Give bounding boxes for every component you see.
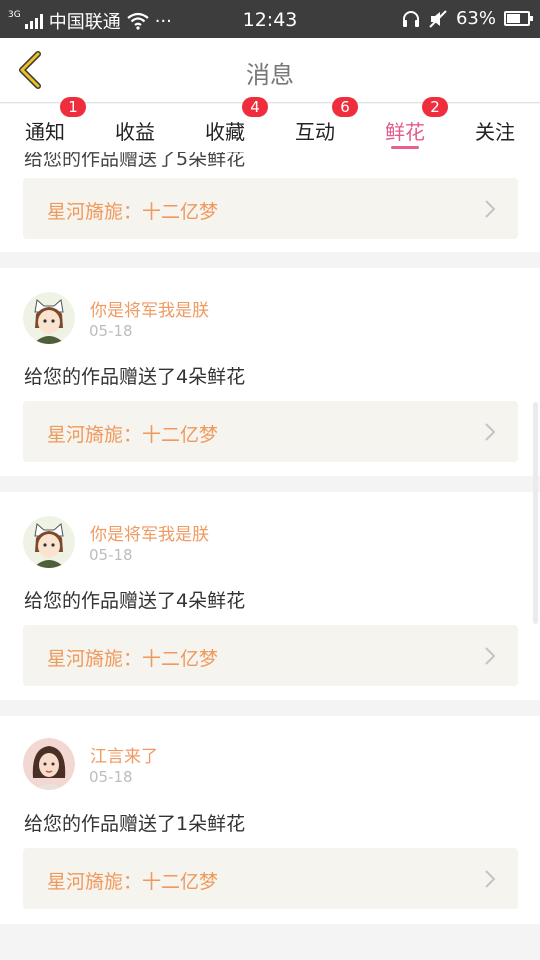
user-avatar[interactable] (23, 516, 75, 568)
tab-label: 收藏 (205, 120, 245, 144)
work-title: 星河旖旎：十二亿梦 (47, 201, 219, 223)
username[interactable]: 江言来了 (90, 742, 158, 767)
tab-notice[interactable]: 通知 1 (0, 97, 90, 152)
work-title: 星河旖旎：十二亿梦 (47, 424, 219, 446)
username[interactable]: 你是将军我是朕 (90, 520, 209, 545)
tab-interaction[interactable]: 互动 6 (270, 97, 360, 152)
cat-girl-avatar-icon (23, 516, 75, 568)
user-avatar[interactable] (23, 292, 75, 344)
message-date: 05-18 (89, 322, 133, 340)
message-text: 给您的作品赠送了1朵鲜花 (24, 813, 246, 835)
work-link[interactable]: 星河旖旎：十二亿梦 (23, 401, 518, 462)
cat-girl-avatar-icon (23, 292, 75, 344)
battery-level-fill (507, 14, 520, 23)
work-title: 星河旖旎：十二亿梦 (47, 871, 219, 893)
message-list[interactable]: 给您的作品赠送了5朵鲜花 星河旖旎：十二亿梦 你是将军我是朕 05-18 给您的… (0, 152, 540, 960)
tab-earnings[interactable]: 收益 (90, 104, 180, 152)
chevron-right-icon (485, 647, 496, 665)
tab-label: 通知 (25, 120, 65, 144)
message-date: 05-18 (89, 768, 133, 786)
scrollbar[interactable] (533, 402, 538, 624)
message-card: 你是将军我是朕 05-18 给您的作品赠送了4朵鲜花 星河旖旎：十二亿梦 (0, 268, 540, 476)
tab-badge: 4 (242, 97, 268, 117)
message-text: 给您的作品赠送了4朵鲜花 (24, 590, 246, 612)
headset-icon (402, 10, 419, 27)
work-title: 星河旖旎：十二亿梦 (47, 648, 219, 670)
message-card: 给您的作品赠送了5朵鲜花 星河旖旎：十二亿梦 (0, 152, 540, 252)
tab-label: 收益 (115, 120, 155, 144)
chevron-right-icon (485, 423, 496, 441)
tab-badge: 2 (422, 97, 448, 117)
tab-favorites[interactable]: 收藏 4 (180, 97, 270, 152)
status-bar: 3G 中国联通 ··· 12:43 63% (0, 0, 540, 38)
chevron-right-icon (485, 200, 496, 218)
tab-follow[interactable]: 关注 (450, 104, 540, 152)
header-bar: 消息 (0, 38, 540, 103)
woman-portrait-avatar-icon (23, 738, 75, 790)
message-card: 你是将军我是朕 05-18 给您的作品赠送了4朵鲜花 星河旖旎：十二亿梦 (0, 492, 540, 700)
tab-label: 互动 (295, 120, 335, 144)
username[interactable]: 你是将军我是朕 (90, 296, 209, 321)
message-card: 江言来了 05-18 给您的作品赠送了1朵鲜花 星河旖旎：十二亿梦 (0, 716, 540, 924)
tab-badge: 1 (60, 97, 86, 117)
active-tab-indicator (391, 146, 419, 149)
battery-percent: 63% (455, 8, 496, 29)
page-title: 消息 (246, 61, 294, 89)
back-button[interactable] (8, 46, 52, 94)
chevron-right-icon (485, 870, 496, 888)
message-text: 给您的作品赠送了4朵鲜花 (24, 366, 246, 388)
tab-label: 鲜花 (385, 120, 425, 144)
message-text: 给您的作品赠送了5朵鲜花 (24, 152, 246, 170)
user-avatar[interactable] (23, 738, 75, 790)
tab-badge: 6 (332, 97, 358, 117)
message-date: 05-18 (89, 546, 133, 564)
work-link[interactable]: 星河旖旎：十二亿梦 (23, 848, 518, 909)
mute-icon (429, 9, 447, 28)
chevron-left-icon (19, 51, 41, 89)
battery-icon (504, 11, 533, 26)
tab-flowers[interactable]: 鲜花 2 (360, 97, 450, 152)
tab-bar: 通知 1 收益 收藏 4 互动 6 鲜花 2 关注 (0, 97, 540, 152)
work-link[interactable]: 星河旖旎：十二亿梦 (23, 178, 518, 239)
tab-label: 关注 (475, 120, 515, 144)
app-screen: 3G 中国联通 ··· 12:43 63% 消息 通知 1 收益 收藏 4 互动… (0, 0, 540, 960)
work-link[interactable]: 星河旖旎：十二亿梦 (23, 625, 518, 686)
